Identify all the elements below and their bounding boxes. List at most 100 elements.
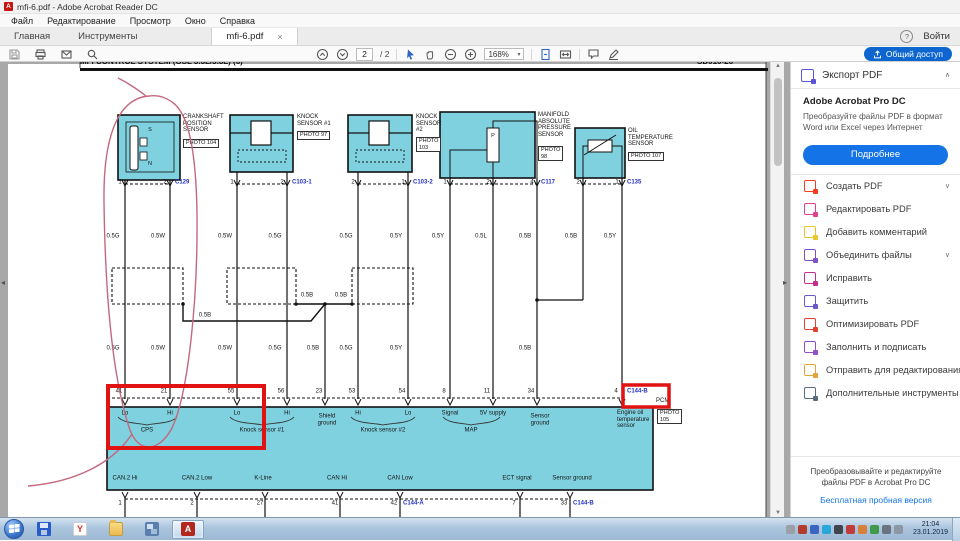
- tool-item[interactable]: Исправить ∨: [791, 267, 960, 290]
- nav-pane-handle-icon[interactable]: ◂: [1, 278, 5, 287]
- diagram-label: 42: [391, 501, 398, 508]
- previous-page-icon[interactable]: [316, 48, 329, 61]
- more-tools-icon: [804, 387, 816, 399]
- help-icon[interactable]: ?: [900, 30, 913, 43]
- menu-item[interactable]: Справка: [213, 16, 262, 26]
- diagram-label: CAN Hi: [327, 476, 347, 483]
- diagram-label: Hi: [167, 411, 173, 418]
- document-viewport[interactable]: MFI CONTROL SYSTEM (GSL 3.3L/3.8L) (6)SD…: [0, 62, 790, 517]
- next-page-icon[interactable]: [336, 48, 349, 61]
- search-icon[interactable]: [86, 48, 99, 61]
- comment-icon[interactable]: [587, 48, 600, 61]
- tool-item[interactable]: Создать PDF ∨: [791, 175, 960, 198]
- scroll-down-icon[interactable]: ▼: [771, 510, 785, 516]
- tool-item[interactable]: Редактировать PDF ∨: [791, 198, 960, 221]
- tab-tools[interactable]: Инструменты: [64, 28, 151, 45]
- diagram-label: 1: [443, 180, 446, 187]
- free-trial-link[interactable]: Бесплатная пробная версия: [791, 495, 960, 505]
- taskbar-button[interactable]: [28, 520, 60, 539]
- tray-icon[interactable]: [894, 525, 903, 534]
- taskbar-app-icon: [145, 522, 159, 536]
- windows-taskbar: Y A 21:04 23.01.2019: [0, 517, 960, 540]
- start-button[interactable]: [4, 519, 24, 539]
- chevron-down-icon[interactable]: ∨: [945, 182, 950, 190]
- tray-icon[interactable]: [798, 525, 807, 534]
- redact-icon: [804, 272, 816, 284]
- tray-icon[interactable]: [858, 525, 867, 534]
- diagram-label: CRANKSHAFT POSITION SENSOR: [183, 114, 237, 134]
- learn-more-button[interactable]: Подробнее: [803, 145, 948, 165]
- taskbar-app-icon: [37, 522, 51, 536]
- taskbar-clock[interactable]: 21:04 23.01.2019: [913, 521, 948, 538]
- pdf-scrollbar[interactable]: ▲ ▼: [770, 62, 784, 517]
- menu-item[interactable]: Окно: [178, 16, 213, 26]
- diagram-label: N: [148, 161, 152, 167]
- tool-item[interactable]: Объединить файлы ∨: [791, 244, 960, 267]
- tray-icon[interactable]: [846, 525, 855, 534]
- tools-pane-handle-icon[interactable]: ▸: [783, 278, 787, 287]
- menu-item[interactable]: Редактирование: [40, 16, 123, 26]
- share-button[interactable]: Общий доступ: [864, 47, 952, 61]
- tool-item[interactable]: Добавить комментарий ∨: [791, 221, 960, 244]
- diagram-label: 7: [512, 501, 515, 508]
- tray-icon[interactable]: [786, 525, 795, 534]
- export-pdf-label: Экспорт PDF: [822, 70, 937, 81]
- sign-in-link[interactable]: Войти: [923, 31, 950, 42]
- menu-item[interactable]: Файл: [4, 16, 40, 26]
- diagram-label: 0.5G: [106, 346, 119, 353]
- email-icon[interactable]: [60, 48, 73, 61]
- zoom-in-icon[interactable]: [464, 48, 477, 61]
- show-desktop-button[interactable]: [952, 518, 960, 541]
- tool-item[interactable]: Защитить ∨: [791, 290, 960, 313]
- taskbar-button[interactable]: A: [172, 520, 204, 539]
- fit-width-icon[interactable]: [559, 48, 572, 61]
- save-icon[interactable]: [8, 48, 21, 61]
- chevron-down-icon[interactable]: ∨: [945, 251, 950, 259]
- page-number-input[interactable]: 2: [356, 48, 373, 61]
- diagram-label: 0.5G: [268, 346, 281, 353]
- tray-icon[interactable]: [822, 525, 831, 534]
- diagram-label: 2: [280, 180, 283, 187]
- select-tool-icon[interactable]: [404, 48, 417, 61]
- clock-time: 21:04: [913, 521, 948, 529]
- tool-item[interactable]: Отправить для редактирования ∨: [791, 359, 960, 382]
- diagram-label: 0.5W: [151, 346, 165, 353]
- scrollbar-thumb[interactable]: [774, 78, 782, 166]
- sign-pen-icon[interactable]: [607, 48, 620, 61]
- diagram-label: 1: [230, 180, 233, 187]
- diagram-label: 0.5W: [218, 346, 232, 353]
- tray-icon[interactable]: [882, 525, 891, 534]
- tab-document[interactable]: mfi-6.pdf ×: [211, 28, 297, 45]
- tool-item[interactable]: Заполнить и подписать ∨: [791, 336, 960, 359]
- fit-page-icon[interactable]: [539, 48, 552, 61]
- close-icon[interactable]: ×: [277, 32, 282, 42]
- scroll-up-icon[interactable]: ▲: [771, 63, 785, 69]
- tray-icon[interactable]: [834, 525, 843, 534]
- export-pdf-section[interactable]: Экспорт PDF ∧: [791, 62, 960, 88]
- taskbar-button[interactable]: [136, 520, 168, 539]
- acrobat-app-icon: A: [4, 2, 13, 11]
- tool-item[interactable]: Оптимизировать PDF ∨: [791, 313, 960, 336]
- create-pdf-icon: [804, 180, 816, 192]
- diagram-label: 0.5Y: [604, 234, 616, 241]
- menu-bar: ФайлРедактированиеПросмотрОкноСправка: [0, 14, 960, 28]
- page-total-label: / 2: [380, 49, 389, 59]
- diagram-label: 0.5B: [301, 293, 313, 300]
- taskbar-button[interactable]: [100, 520, 132, 539]
- zoom-level-select[interactable]: 168%▾: [484, 48, 524, 60]
- zoom-out-icon[interactable]: [444, 48, 457, 61]
- tab-home[interactable]: Главная: [0, 28, 64, 45]
- menu-item[interactable]: Просмотр: [123, 16, 178, 26]
- tray-icon[interactable]: [870, 525, 879, 534]
- diagram-label: PHOTO 98: [538, 146, 563, 161]
- chevron-up-icon[interactable]: ∧: [945, 71, 950, 79]
- diagram-label: PHOTO 103: [416, 137, 441, 152]
- add-comment-icon: [804, 226, 816, 238]
- tray-icon[interactable]: [810, 525, 819, 534]
- diagram-label: 0.5L: [475, 234, 487, 241]
- tool-item[interactable]: Дополнительные инструменты ∨: [791, 382, 960, 405]
- print-icon[interactable]: [34, 48, 47, 61]
- hand-tool-icon[interactable]: [424, 48, 437, 61]
- diagram-label: 0.5B: [199, 313, 211, 320]
- taskbar-button[interactable]: Y: [64, 520, 96, 539]
